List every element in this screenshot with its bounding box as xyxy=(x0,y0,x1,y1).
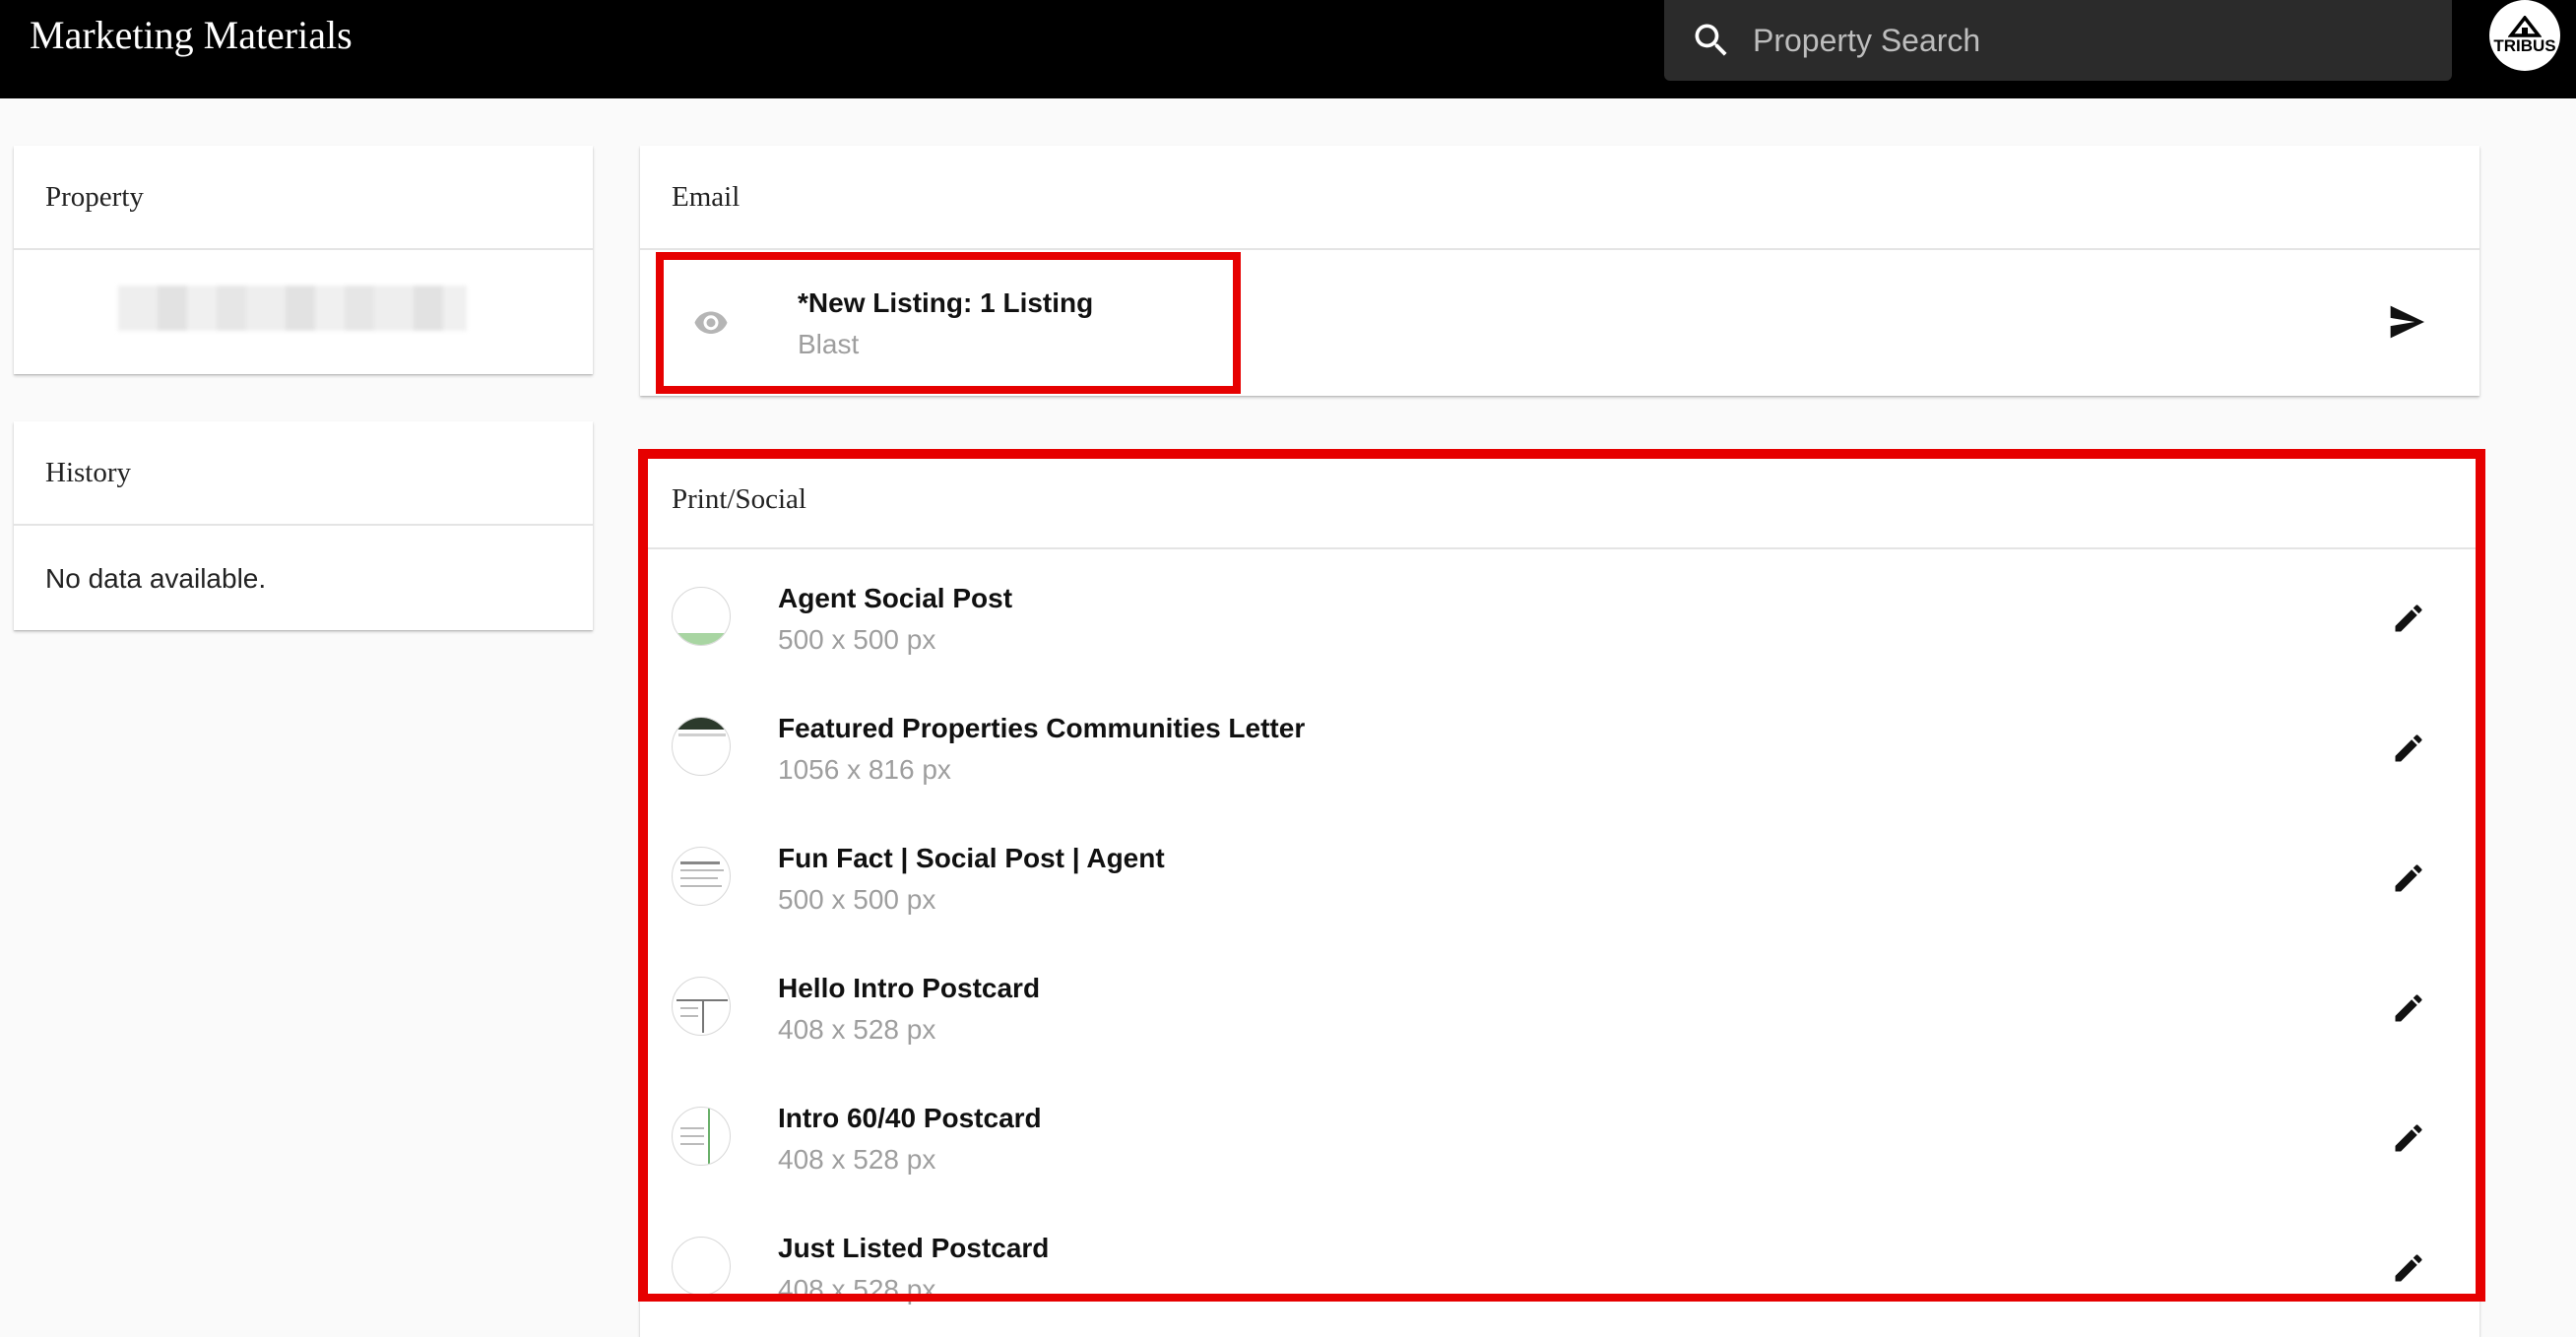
property-search-input[interactable] xyxy=(1753,11,2452,70)
logo-text: TRIBUS xyxy=(2493,36,2556,55)
blurred-property-address xyxy=(118,286,467,331)
top-app-bar: Marketing Materials TRIBUS xyxy=(0,0,2576,98)
history-card-title: History xyxy=(14,421,593,526)
search-icon xyxy=(1695,24,1727,56)
email-card-title: Email xyxy=(640,146,2479,250)
logo-house-icon xyxy=(2508,16,2542,37)
highlight-box-print-social xyxy=(638,449,2485,1302)
page-title: Marketing Materials xyxy=(30,13,353,57)
property-search-box[interactable] xyxy=(1664,0,2452,81)
property-card: Property xyxy=(14,146,593,374)
property-card-title: Property xyxy=(14,146,593,250)
send-icon[interactable] xyxy=(2387,304,2426,340)
history-card: History No data available. xyxy=(14,421,593,630)
highlight-box-email-item xyxy=(656,252,1241,394)
history-empty-text: No data available. xyxy=(45,563,267,594)
tribus-logo[interactable]: TRIBUS xyxy=(2489,0,2560,71)
